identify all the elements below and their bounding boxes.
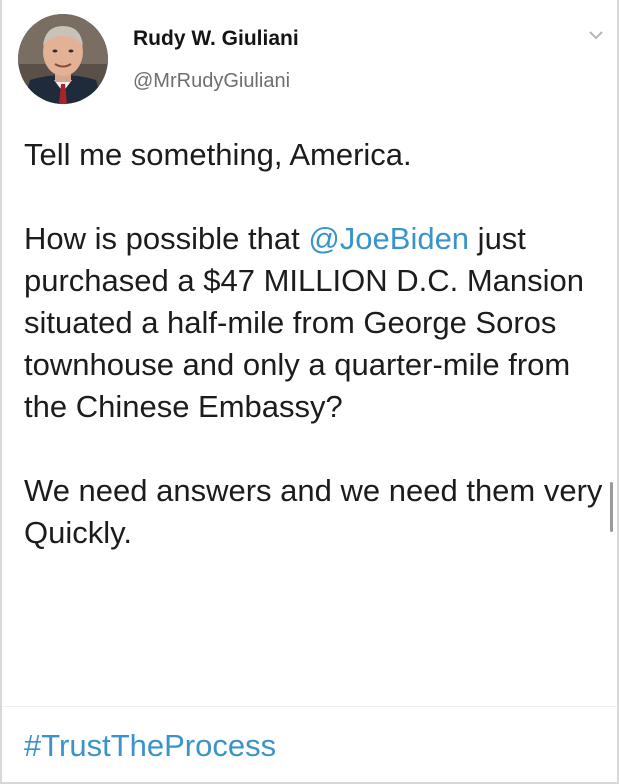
- tweet-text: Tell me something, America. How is possi…: [24, 134, 609, 554]
- tweet-text-segment: How is possible that: [24, 221, 309, 256]
- tweet-paragraph-3: We need answers and we need them very Qu…: [24, 473, 603, 550]
- hashtag-line: #TrustTheProcess: [24, 725, 276, 767]
- tweet-line-1: Tell me something, America.: [24, 137, 412, 172]
- chevron-down-icon[interactable]: [587, 28, 605, 42]
- avatar[interactable]: [18, 14, 108, 104]
- tweet-paragraph-2: How is possible that @JoeBiden just purc…: [24, 218, 609, 428]
- avatar-photo: [18, 14, 108, 104]
- hashtag-link[interactable]: #TrustTheProcess: [24, 728, 276, 763]
- tweet-card: Rudy W. Giuliani @MrRudyGiuliani Tell me…: [0, 0, 619, 784]
- divider: [2, 706, 617, 707]
- author-handle[interactable]: @MrRudyGiuliani: [133, 70, 290, 93]
- author-name[interactable]: Rudy W. Giuliani: [133, 27, 299, 51]
- mention-link[interactable]: @JoeBiden: [308, 221, 469, 256]
- scrollbar-thumb[interactable]: [610, 482, 613, 532]
